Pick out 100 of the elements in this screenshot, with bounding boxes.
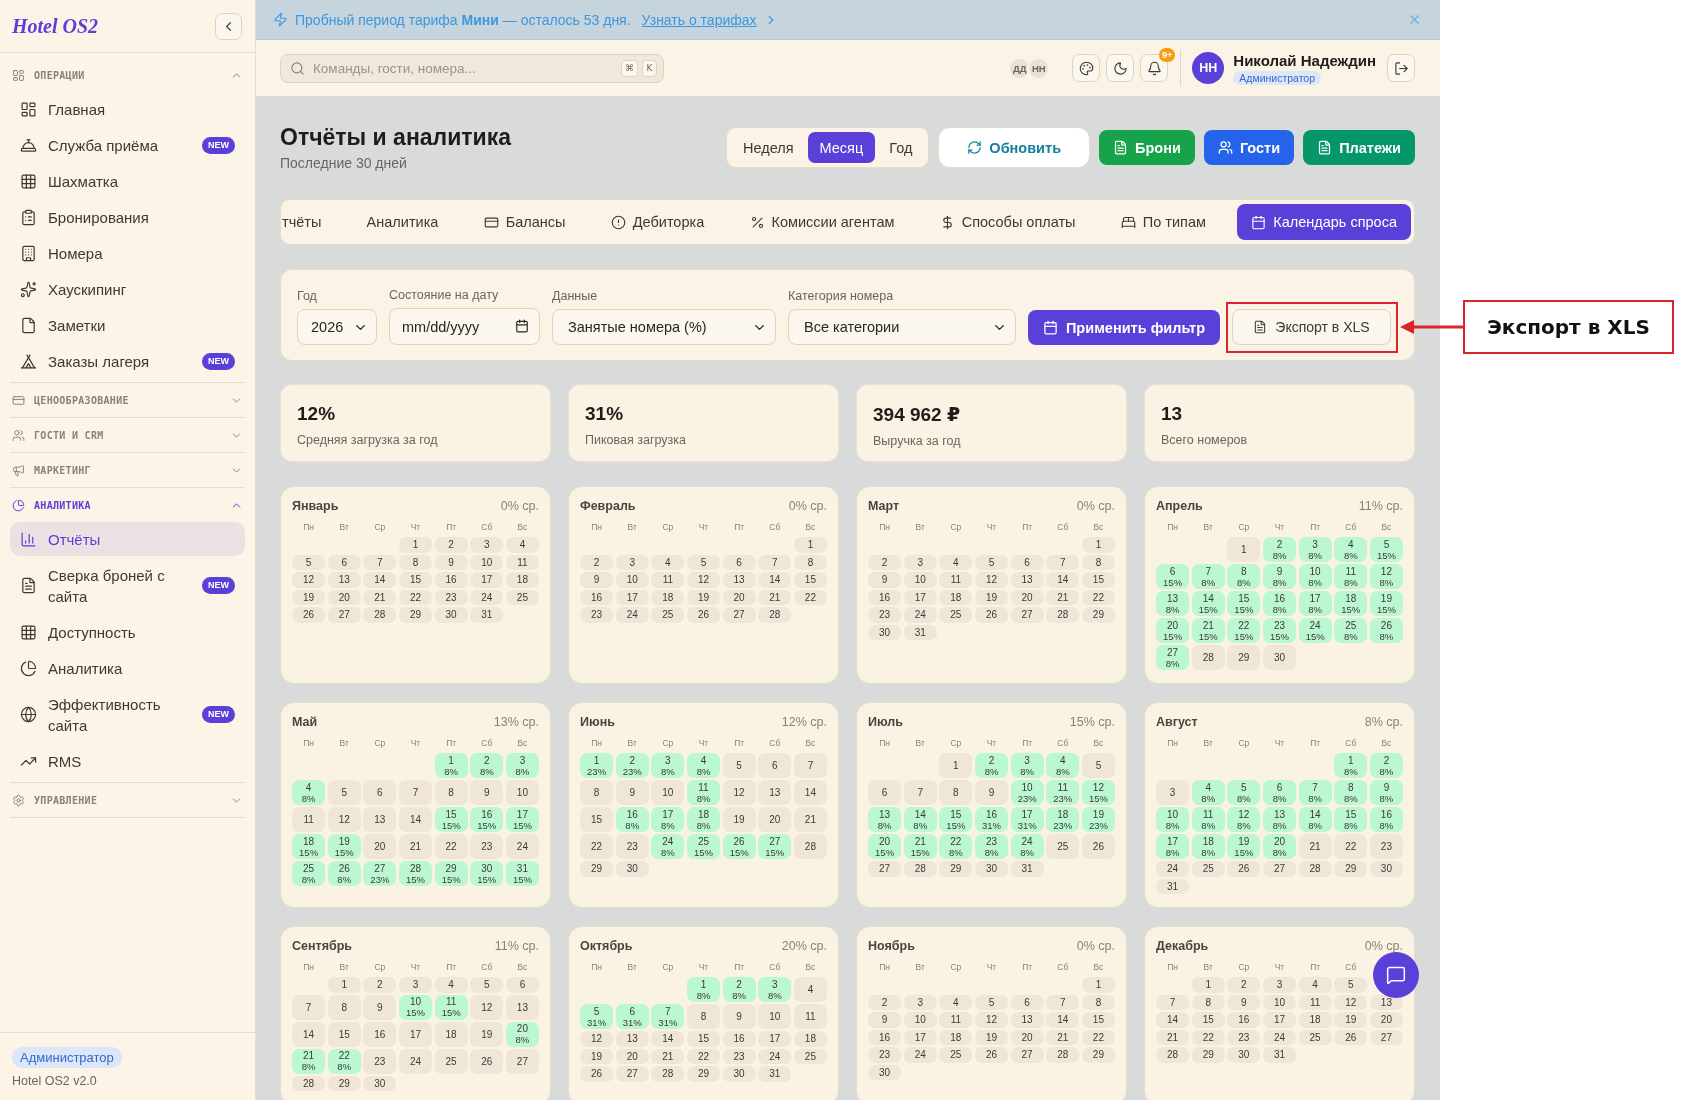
day-cell: 18 — [793, 1031, 827, 1047]
day-cell: 21 — [1046, 1029, 1080, 1045]
day-cell: 14 15% — [1191, 591, 1225, 616]
dropdown[interactable]: 2026 — [297, 309, 377, 345]
day-cell: 20 8% — [505, 1021, 539, 1047]
notification-count: 9+ — [1159, 48, 1176, 62]
section-header[interactable]: ЦЕНООБРАЗОВАНИЕ — [10, 385, 245, 415]
weekday-label: Пт — [1021, 738, 1034, 749]
weekday-label: Сб — [1344, 962, 1358, 973]
sidebar-item[interactable]: Эффективность сайта NEW — [10, 687, 245, 742]
sidebar-item[interactable]: Главная — [10, 92, 245, 126]
weekday-label: Пт — [1309, 522, 1322, 533]
day-cell: 23 — [434, 589, 468, 605]
day-cell: 26 8% — [1369, 618, 1403, 643]
sidebar-item[interactable]: Хаускипинг — [10, 272, 245, 306]
stat-value: 12% — [297, 403, 336, 425]
tab[interactable]: Способы оплаты — [925, 204, 1090, 240]
sidebar-item[interactable]: RMS — [10, 744, 245, 778]
guests-button[interactable]: Гости — [1203, 130, 1295, 165]
users-icon — [1217, 140, 1233, 155]
weekday-label: Вт — [626, 962, 638, 973]
tab[interactable]: Балансы — [469, 204, 580, 240]
export-button[interactable]: Экспорт в XLS — [1232, 309, 1391, 345]
section-header[interactable]: АНАЛИТИКА — [10, 490, 245, 520]
day-cell: 15 — [1081, 572, 1115, 588]
tab[interactable]: Дебиторка — [596, 204, 719, 240]
tab[interactable]: Аналитика — [352, 204, 453, 240]
alert-icon — [610, 214, 626, 230]
day-cell: 22 — [398, 589, 433, 605]
day-cell: 24 — [470, 589, 504, 605]
sidebar-item[interactable]: Заметки — [10, 308, 245, 342]
period-tab[interactable]: Год — [877, 132, 925, 163]
day-cell: 4 8% — [1334, 537, 1368, 562]
banner-text: Пробный период тарифа Мини — осталось 53 дня. — [295, 11, 631, 28]
tab[interactable]: Календарь спроса — [1237, 204, 1411, 240]
dropdown[interactable]: Занятые номера (%) — [552, 309, 776, 345]
day-cell: 8 — [327, 994, 361, 1020]
tab[interactable]: По типам — [1106, 204, 1220, 240]
sidebar-item[interactable]: Бронирования — [10, 200, 245, 234]
month-name: Июль — [868, 715, 903, 729]
day-cell: 24 — [758, 1048, 792, 1064]
tab[interactable]: тчёты — [281, 204, 336, 240]
section-header[interactable]: УПРАВЛЕНИЕ — [10, 785, 245, 815]
day-cell: 3 8% — [505, 753, 539, 778]
day-cell: 23 — [470, 834, 504, 859]
collapse-sidebar-button[interactable] — [215, 12, 242, 40]
section-header[interactable]: ОПЕРАЦИИ — [10, 60, 245, 90]
day-cell: 26 — [1227, 861, 1261, 877]
logout-button[interactable] — [1387, 54, 1415, 82]
sidebar-item[interactable]: Номера — [10, 236, 245, 270]
sidebar-item[interactable]: Доступность — [10, 615, 245, 649]
sidebar-item[interactable]: Шахматка — [10, 164, 245, 198]
day-cell: 29 — [327, 1075, 361, 1091]
day-cell: 10 — [903, 572, 937, 588]
tab[interactable]: Комиссии агентам — [735, 204, 909, 240]
refresh-button[interactable]: Обновить — [938, 127, 1091, 168]
weekday-label: Вс — [804, 962, 817, 973]
dropdown[interactable]: Все категории — [788, 309, 1016, 345]
day-cell: 11 — [292, 807, 326, 832]
new-badge: NEW — [202, 577, 235, 594]
day-cell: 4 — [939, 994, 973, 1010]
weekday-label: Ср — [661, 962, 675, 973]
day-cell: 27 8% — [1156, 645, 1190, 670]
day-cell: 31 — [903, 624, 937, 640]
card-icon — [12, 393, 25, 407]
weekday-label: Пт — [445, 522, 458, 533]
sidebar-item[interactable]: Служба приёма NEW — [10, 128, 245, 162]
sidebar-item[interactable]: Отчёты — [10, 522, 245, 556]
day-cell: 16 — [868, 589, 902, 605]
day-cell: 30 — [1227, 1047, 1261, 1063]
day-cell: 15 — [686, 1031, 721, 1047]
search-icon — [290, 60, 305, 76]
palette-button[interactable] — [1072, 54, 1101, 82]
period-tab[interactable]: Неделя — [730, 132, 806, 163]
day-cell: 7 — [363, 554, 397, 570]
day-cell: 27 — [615, 1066, 649, 1082]
month-name: Июнь — [580, 715, 615, 729]
payments-button[interactable]: Платежи — [1303, 130, 1415, 165]
sidebar-item[interactable]: Аналитика — [10, 651, 245, 685]
weekday-label: Пт — [1309, 738, 1322, 749]
dark-mode-button[interactable] — [1106, 54, 1135, 82]
sidebar-item[interactable]: Заказы лагеря NEW — [10, 344, 245, 378]
section-header[interactable]: ГОСТИ И CRM — [10, 420, 245, 450]
section-header[interactable]: МАРКЕТИНГ — [10, 455, 245, 485]
day-cell: 13 — [722, 572, 756, 588]
date-field[interactable]: mm/dd/yyyy — [389, 308, 540, 345]
day-cell: 13 — [758, 780, 792, 805]
page-title: Отчёты и аналитика — [280, 123, 512, 151]
day-cell: 17 31% — [1010, 807, 1044, 832]
weekday-label: Чт — [409, 522, 422, 533]
day-cell: 27 15% — [758, 834, 792, 859]
day-cell: 9 8% — [1369, 780, 1403, 805]
weekday-label: Сб — [1056, 522, 1070, 533]
weekday-label: Пн — [1166, 962, 1179, 973]
apply-filter-button[interactable]: Применить фильтр — [1028, 310, 1220, 345]
month-average: 0% ср. — [1364, 939, 1403, 953]
period-tab[interactable]: Месяц — [807, 132, 876, 163]
day-cell: 12 8% — [1369, 564, 1403, 589]
sidebar-item[interactable]: Сверка броней с сайта NEW — [10, 558, 245, 613]
day-cell: 15 — [327, 1021, 361, 1047]
